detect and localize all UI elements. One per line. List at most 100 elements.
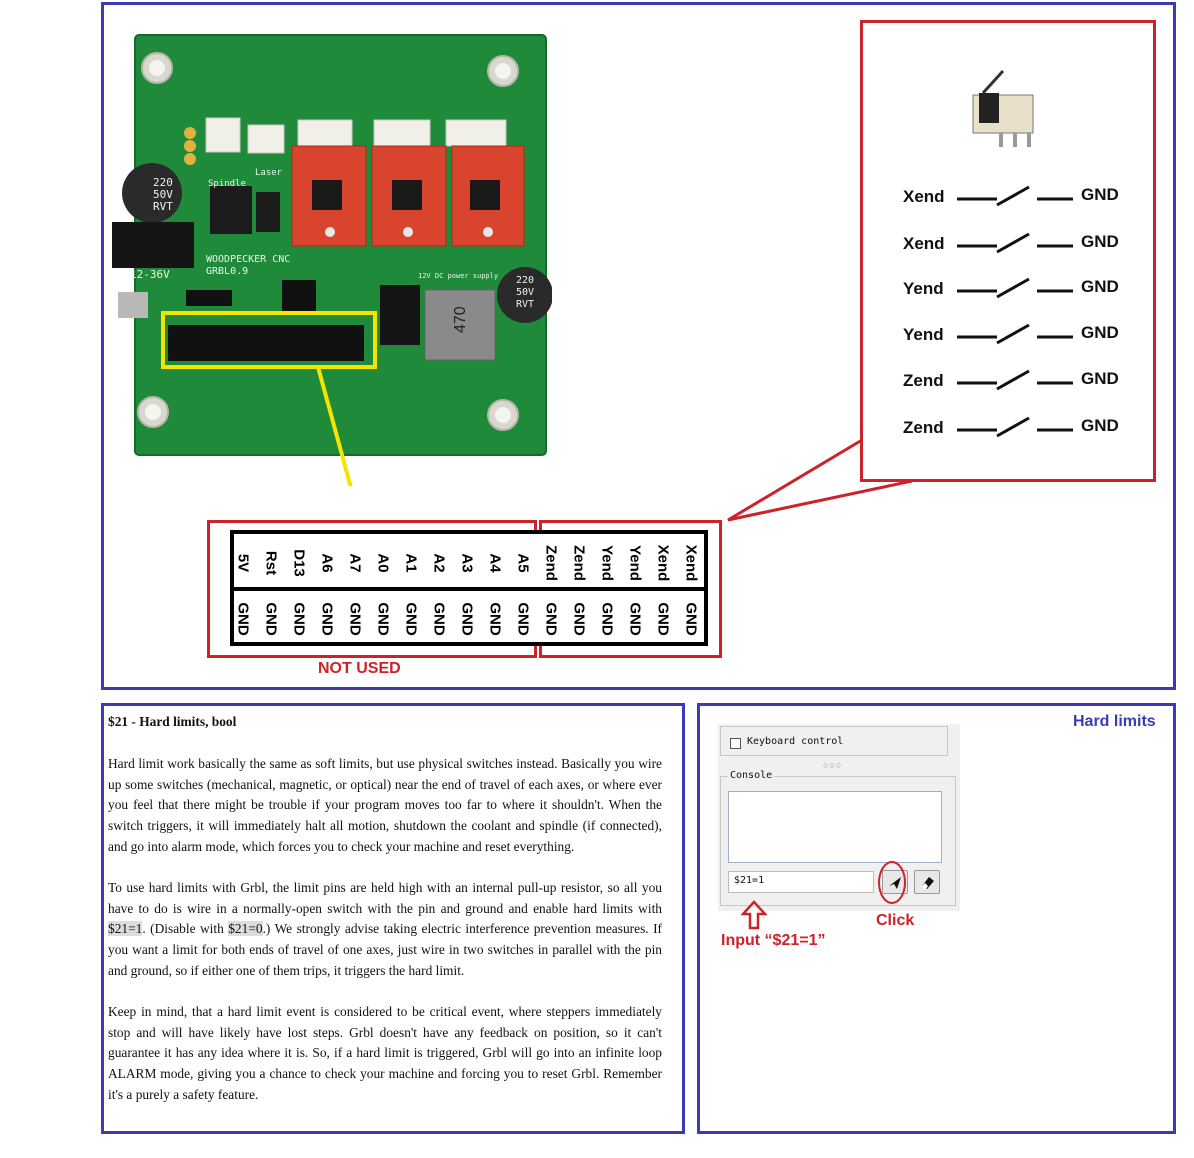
command-input[interactable]: $21=1 xyxy=(728,871,874,893)
switch-name: Xend xyxy=(903,187,945,206)
pin-text: A6 xyxy=(318,553,336,573)
pin-label-bottom: GND xyxy=(285,593,313,645)
pin-label-bottom: GND xyxy=(593,593,621,645)
switch-row: Xend GND xyxy=(863,230,1159,260)
pin-label-bottom: GND xyxy=(229,593,257,645)
switch-gnd: GND xyxy=(1081,416,1119,435)
pin-text: GND xyxy=(486,602,504,636)
pin-label-bottom: GND xyxy=(453,593,481,645)
pin-label-top: Zend xyxy=(537,537,565,589)
switch-symbol-icon xyxy=(957,185,1073,207)
pin-label-bottom: GND xyxy=(481,593,509,645)
pin-text: GND xyxy=(682,602,700,636)
switch-name: Yend xyxy=(903,325,944,344)
pin-text: A5 xyxy=(514,553,532,573)
pin-label-top: D13 xyxy=(285,537,313,589)
switch-row: Yend GND xyxy=(863,275,1159,305)
hard-limits-description: $21 - Hard limits, bool Hard limit work … xyxy=(108,712,662,1126)
pin-text: Xend xyxy=(682,544,700,582)
grbl-controller-screenshot: Keyboard control ○○○ Console $21=1 xyxy=(718,724,960,911)
pin-text: A7 xyxy=(346,553,364,573)
switch-name: Xend xyxy=(903,234,945,253)
switch-gnd: GND xyxy=(1081,185,1119,204)
console-label: Console xyxy=(728,770,775,781)
pin-label-top: A4 xyxy=(481,537,509,589)
pin-text: A3 xyxy=(458,553,476,573)
pin-label-bottom: GND xyxy=(621,593,649,645)
pin-text: Yend xyxy=(598,545,616,581)
switch-gnd: GND xyxy=(1081,323,1119,342)
not-used-label: NOT USED xyxy=(318,660,401,677)
pin-label-top: A0 xyxy=(369,537,397,589)
pin-label-top: Xend xyxy=(649,537,677,589)
pin-label-bottom: GND xyxy=(257,593,285,645)
pin-text: Zend xyxy=(542,545,560,581)
pin-label-bottom: GND xyxy=(313,593,341,645)
pin-label-top: 5V xyxy=(229,537,257,589)
switch-name: Yend xyxy=(903,279,944,298)
pin-label-top: A5 xyxy=(509,537,537,589)
pin-text: GND xyxy=(458,602,476,636)
pin-label-top: Yend xyxy=(621,537,649,589)
pin-text: 5V xyxy=(234,553,252,573)
switch-row: Xend GND xyxy=(863,183,1159,213)
pin-label-top: A2 xyxy=(425,537,453,589)
switch-symbol-icon xyxy=(957,323,1073,345)
pin-text: GND xyxy=(290,602,308,636)
switch-row: Zend GND xyxy=(863,414,1159,444)
pin-label-bottom: GND xyxy=(341,593,369,645)
pin-text: GND xyxy=(542,602,560,636)
pin-label-bottom: GND xyxy=(369,593,397,645)
pin-label-top: A1 xyxy=(397,537,425,589)
pin-label-top: Zend xyxy=(565,537,593,589)
pin-label-top: A7 xyxy=(341,537,369,589)
paragraph-2-part-b: . (Disable with xyxy=(142,921,229,937)
hard-limits-title: Hard limits xyxy=(1073,713,1156,730)
pin-text: Zend xyxy=(570,545,588,581)
pin-text: Yend xyxy=(626,545,644,581)
switch-row: Yend GND xyxy=(863,321,1159,351)
switch-row: Zend GND xyxy=(863,367,1159,397)
switch-symbol-icon xyxy=(957,277,1073,299)
keyboard-control-group: Keyboard control xyxy=(720,726,948,756)
pin-label-bottom: GND xyxy=(397,593,425,645)
pin-text: GND xyxy=(346,602,364,636)
pin-text: GND xyxy=(318,602,336,636)
click-annotation: Click xyxy=(876,912,915,929)
switch-gnd: GND xyxy=(1081,232,1119,251)
pin-label-top: Yend xyxy=(593,537,621,589)
switch-name: Zend xyxy=(903,371,944,390)
pin-label-top: A6 xyxy=(313,537,341,589)
up-arrow-icon xyxy=(741,900,767,930)
pin-text: GND xyxy=(262,602,280,636)
pin-text: A0 xyxy=(374,553,392,573)
switch-symbol-icon xyxy=(957,369,1073,391)
splitter-handle[interactable]: ○○○ xyxy=(823,760,842,770)
code-enable: $21=1 xyxy=(108,921,143,937)
paragraph-3: Keep in mind, that a hard limit event is… xyxy=(108,1003,662,1102)
switch-name: Zend xyxy=(903,418,944,437)
pin-label-top: Rst xyxy=(257,537,285,589)
pin-text: GND xyxy=(626,602,644,636)
pin-text: GND xyxy=(374,602,392,636)
pin-text: D13 xyxy=(290,549,308,577)
eraser-icon xyxy=(922,877,934,889)
clear-button[interactable] xyxy=(914,870,940,894)
pin-text: Rst xyxy=(262,550,280,576)
pin-text: A2 xyxy=(430,553,448,573)
pin-label-top: Xend xyxy=(677,537,705,589)
pin-text: GND xyxy=(402,602,420,636)
input-annotation: Input “$21=1” xyxy=(721,932,826,949)
switch-gnd: GND xyxy=(1081,277,1119,296)
pin-text: GND xyxy=(570,602,588,636)
paragraph-2: To use hard limits with Grbl, the limit … xyxy=(108,878,662,982)
pin-text: GND xyxy=(598,602,616,636)
switch-symbol-icon xyxy=(957,232,1073,254)
pin-label-bottom: GND xyxy=(425,593,453,645)
pin-text: A1 xyxy=(402,553,420,573)
pin-text: A4 xyxy=(486,553,504,573)
keyboard-control-checkbox[interactable] xyxy=(730,738,741,749)
console-output[interactable] xyxy=(728,791,942,863)
code-disable: $21=0 xyxy=(228,921,263,937)
paragraph-1: Hard limit work basically the same as so… xyxy=(108,755,662,854)
